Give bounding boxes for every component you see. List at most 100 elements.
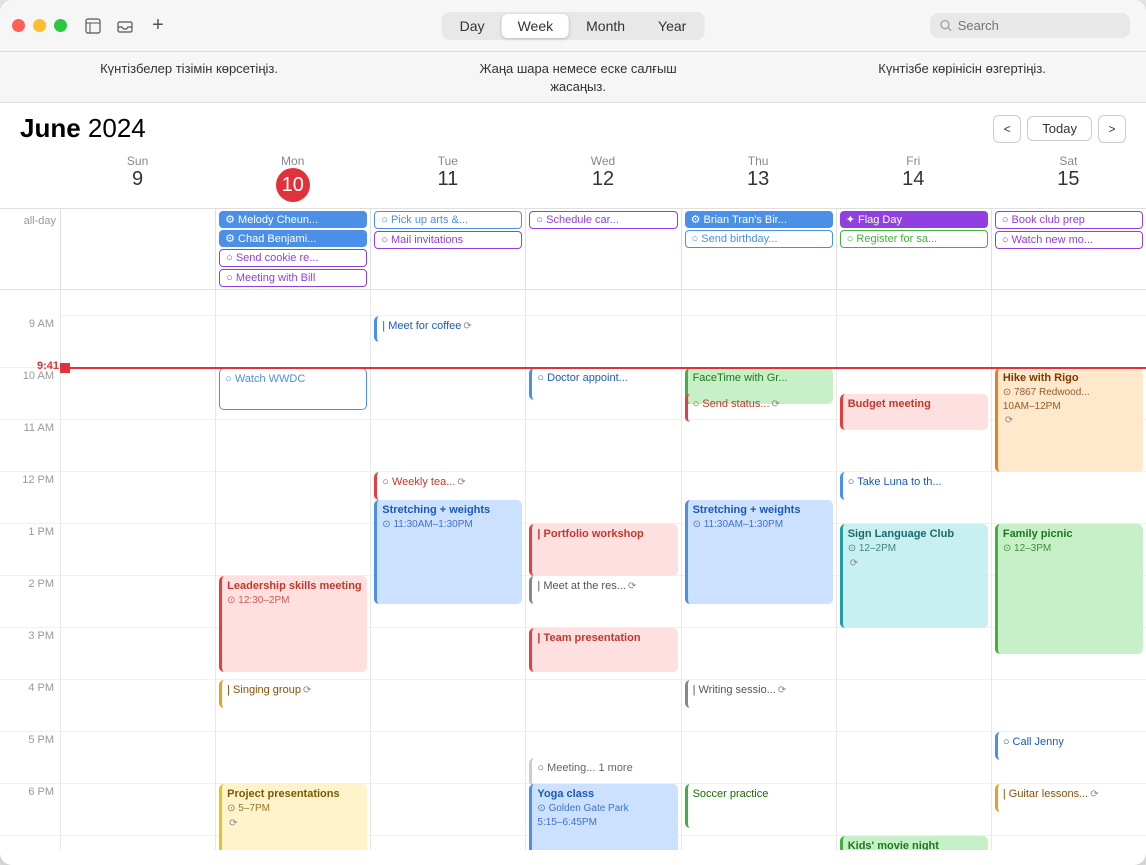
grid-sun-5: [61, 732, 215, 784]
view-day-button[interactable]: Day: [444, 14, 501, 38]
day-header-mon: Mon 10: [215, 150, 370, 204]
search-box[interactable]: [930, 13, 1130, 38]
allday-event-schedule-car[interactable]: ○ Schedule car...: [529, 211, 677, 229]
grid-tue-11: [371, 420, 525, 472]
zoom-button[interactable]: [54, 19, 67, 32]
time-3pm: 3 PM: [0, 628, 60, 680]
minimize-button[interactable]: [33, 19, 46, 32]
grid-tue-4: [371, 680, 525, 732]
grid-fri-6: [837, 784, 991, 836]
allday-event-flag-day[interactable]: ✦ Flag Day: [840, 211, 988, 228]
event-guitar[interactable]: | Guitar lessons...⟳: [995, 784, 1143, 812]
day-header-sun: Sun 9: [60, 150, 215, 204]
event-soccer[interactable]: Soccer practice: [685, 784, 833, 828]
view-week-button[interactable]: Week: [502, 14, 570, 38]
close-button[interactable]: [12, 19, 25, 32]
event-leadership[interactable]: Leadership skills meeting ⊙ 12:30–2PM: [219, 576, 367, 672]
event-team-presentation[interactable]: | Team presentation: [529, 628, 677, 672]
allday-event-watch-new-mo[interactable]: ○ Watch new mo...: [995, 231, 1143, 249]
time-6pm: 6 PM: [0, 784, 60, 836]
day-header-thu: Thu 13: [681, 150, 836, 204]
allday-event-register[interactable]: ○ Register for sa...: [840, 230, 988, 248]
grid-thu-5: [682, 732, 836, 784]
event-watch-wwdc[interactable]: ○ Watch WWDC: [219, 368, 367, 410]
grid-sun-3: [61, 628, 215, 680]
allday-fri: ✦ Flag Day ○ Register for sa...: [836, 209, 991, 289]
cal-header: June 2024 < Today >: [0, 103, 1146, 150]
day-header-tue: Tue 11: [370, 150, 525, 204]
event-portfolio[interactable]: | Portfolio workshop: [529, 524, 677, 576]
time-grid: 9 AM 10 AM 11 AM 12 PM 1 PM 2 PM 3 PM 4 …: [0, 290, 1146, 850]
grid-fri-3: [837, 628, 991, 680]
event-meet-res[interactable]: | Meet at the res...⟳: [529, 576, 677, 604]
event-call-jenny[interactable]: ○ Call Jenny: [995, 732, 1143, 760]
allday-event-melody[interactable]: ⚙ Melody Cheun...: [219, 211, 367, 228]
allday-event-send-birthday[interactable]: ○ Send birthday...: [685, 230, 833, 248]
allday-event-mail[interactable]: ○ Mail invitations: [374, 231, 522, 249]
toolbar-icons: +: [79, 12, 169, 40]
event-kids-movie[interactable]: Kids' movie night ⟳: [840, 836, 988, 850]
grid-wed-9: [526, 316, 680, 368]
grid-sun-4: [61, 680, 215, 732]
grid-col-wed: ○ Doctor appoint... | Portfolio workshop…: [525, 290, 680, 850]
event-sign-language[interactable]: Sign Language Club ⊙ 12–2PM ⟳: [840, 524, 988, 628]
grid-fri-9: [837, 316, 991, 368]
grid-mon-9: [216, 316, 370, 368]
event-singing[interactable]: | Singing group⟳: [219, 680, 367, 708]
time-2pm: 2 PM: [0, 576, 60, 628]
allday-event-book-club-prep[interactable]: ○ Book club prep: [995, 211, 1143, 229]
add-event-button[interactable]: +: [147, 15, 169, 37]
today-button[interactable]: Today: [1027, 116, 1092, 141]
grid-col-tue: | Meet for coffee⟳ ○ Weekly tea...⟳ Stre…: [370, 290, 525, 850]
event-luna[interactable]: ○ Take Luna to th...: [840, 472, 988, 500]
event-project[interactable]: Project presentations ⊙ 5–7PM ⟳: [219, 784, 367, 850]
event-family-picnic[interactable]: Family picnic ⊙ 12–3PM: [995, 524, 1143, 654]
event-weekly-tea[interactable]: ○ Weekly tea...⟳: [374, 472, 522, 500]
time-11am: 11 AM: [0, 420, 60, 472]
allday-label: all-day: [0, 209, 60, 289]
allday-event-meeting-bill[interactable]: ○ Meeting with Bill: [219, 269, 367, 287]
view-month-button[interactable]: Month: [570, 14, 641, 38]
time-4pm: 4 PM: [0, 680, 60, 732]
allday-event-send-cookie[interactable]: ○ Send cookie re...: [219, 249, 367, 267]
event-meeting-more[interactable]: ○ Meeting... 1 more: [529, 758, 677, 786]
time-1pm: 1 PM: [0, 524, 60, 576]
time-grid-container: 9 AM 10 AM 11 AM 12 PM 1 PM 2 PM 3 PM 4 …: [0, 290, 1146, 865]
event-doctor[interactable]: ○ Doctor appoint...: [529, 368, 677, 400]
grid-mon-11: [216, 420, 370, 472]
allday-event-brian[interactable]: ⚙ Brian Tran's Bir...: [685, 211, 833, 228]
annotation-2: Жаңа шара немесе еске салғыш жасаңыз.: [478, 60, 678, 96]
time-labels: 9 AM 10 AM 11 AM 12 PM 1 PM 2 PM 3 PM 4 …: [0, 290, 60, 850]
grid-wed-12: [526, 472, 680, 524]
day-header-wed: Wed 12: [525, 150, 680, 204]
grid-mon-5: [216, 732, 370, 784]
allday-wed: ○ Schedule car...: [525, 209, 680, 289]
day-headers: Sun 9 Mon 10 Tue 11 Wed 12 Thu 13 Fri 14: [0, 150, 1146, 209]
nav-controls: < Today >: [993, 115, 1126, 143]
allday-mon: ⚙ Melody Cheun... ⚙ Chad Benjami... ○ Se…: [215, 209, 370, 289]
event-writing[interactable]: | Writing sessio...⟳: [685, 680, 833, 708]
search-input[interactable]: [958, 18, 1120, 33]
event-hike[interactable]: Hike with Rigo ⊙ 7867 Redwood... 10AM–12…: [995, 368, 1143, 472]
allday-event-pickup[interactable]: ○ Pick up arts &...: [374, 211, 522, 229]
event-yoga[interactable]: Yoga class ⊙ Golden Gate Park 5:15–6:45P…: [529, 784, 677, 850]
grid-thu-3: [682, 628, 836, 680]
allday-event-chad[interactable]: ⚙ Chad Benjami...: [219, 230, 367, 247]
month-title: June 2024: [20, 113, 146, 144]
allday-section: all-day ⚙ Melody Cheun... ⚙ Chad Benjami…: [0, 209, 1146, 290]
time-header-spacer: [0, 150, 60, 204]
view-year-button[interactable]: Year: [642, 14, 702, 38]
calendar-window: + Day Week Month Year Күнтізбелер тізімі…: [0, 0, 1146, 865]
event-coffee[interactable]: | Meet for coffee⟳: [374, 316, 522, 342]
inbox-icon[interactable]: [111, 12, 139, 40]
grid-mon-1: [216, 524, 370, 576]
calendar-list-icon[interactable]: [79, 12, 107, 40]
annotation-1: Күнтізбелер тізімін көрсетіңіз.: [100, 60, 278, 96]
event-stretching-thu[interactable]: Stretching + weights ⊙ 11:30AM–1:30PM: [685, 500, 833, 604]
event-stretching-tue[interactable]: Stretching + weights ⊙ 11:30AM–1:30PM: [374, 500, 522, 604]
event-budget[interactable]: Budget meeting: [840, 394, 988, 430]
search-icon: [940, 19, 952, 32]
next-button[interactable]: >: [1098, 115, 1126, 143]
event-send-status[interactable]: ○ Send status...⟳: [685, 394, 833, 422]
prev-button[interactable]: <: [993, 115, 1021, 143]
